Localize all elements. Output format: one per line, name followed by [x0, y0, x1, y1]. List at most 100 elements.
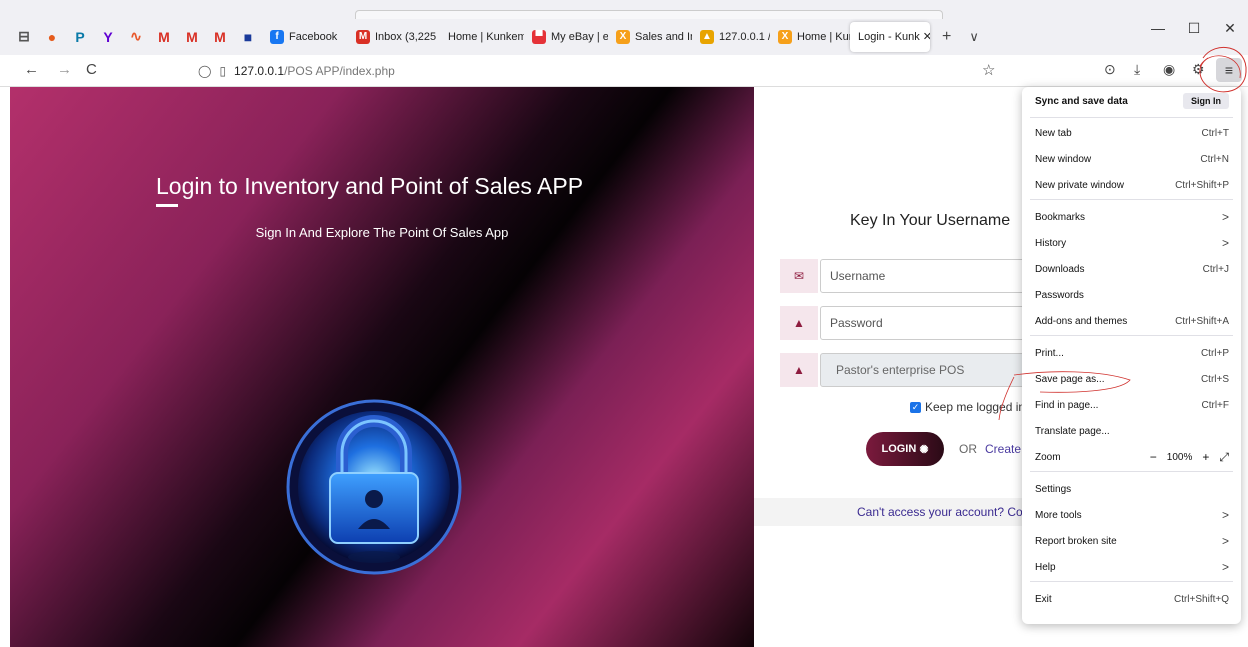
- chevron-right-icon: >: [1221, 508, 1229, 522]
- menu-item[interactable]: Downloads Ctrl+J: [1035, 259, 1229, 279]
- create-account-link[interactable]: Create: [985, 442, 1021, 456]
- url-bar[interactable]: ◯ ▯ 127.0.0.1 /POS APP/index.php: [198, 59, 1010, 83]
- login-button[interactable]: LOGIN ✺: [866, 432, 944, 466]
- forward-button[interactable]: →: [57, 61, 72, 78]
- menu-item[interactable]: Passwords: [1035, 285, 1229, 305]
- zoom-out-button[interactable]: −: [1150, 450, 1157, 464]
- pinned-tab[interactable]: M: [206, 23, 234, 51]
- zoom-row: Zoom −100% + ⤢: [1035, 447, 1229, 467]
- menu-item-label: New private window: [1035, 179, 1124, 191]
- menu-item[interactable]: Settings: [1035, 479, 1229, 499]
- gmail-icon: M: [356, 29, 370, 44]
- zoom-level: 100%: [1166, 451, 1193, 463]
- menu-separator: [1030, 199, 1233, 200]
- tab-item[interactable]: M Inbox (3,225: [348, 22, 440, 52]
- ebay-icon: ▀: [532, 29, 546, 44]
- pinned-tab[interactable]: M: [150, 23, 178, 51]
- pinned-tab[interactable]: M: [178, 23, 206, 51]
- pocket-icon[interactable]: ⊙: [1104, 61, 1116, 78]
- menu-item[interactable]: New window Ctrl+N: [1035, 149, 1229, 169]
- downloads-icon[interactable]: ⤓: [1134, 61, 1140, 78]
- menu-item-label: More tools: [1035, 509, 1082, 521]
- pinned-tab[interactable]: ⊟: [10, 23, 38, 51]
- tab-item[interactable]: X Home | Kun: [770, 22, 850, 52]
- close-window-button[interactable]: ✕: [1212, 20, 1248, 37]
- dark-app-icon: ■: [243, 28, 253, 45]
- menu-item-label: Save page as...: [1035, 373, 1105, 385]
- shield-icon: ◯: [198, 64, 212, 78]
- menu-item-label: Find in page...: [1035, 399, 1099, 411]
- bookmark-star-icon[interactable]: ☆: [982, 61, 995, 79]
- url-host: 127.0.0.1: [234, 64, 285, 78]
- tab-item[interactable]: Home | Kunkem: [440, 22, 524, 52]
- tab-item[interactable]: ▲ 127.0.0.1 / 1: [692, 22, 770, 52]
- menu-item-label: Settings: [1035, 483, 1072, 495]
- sign-in-button[interactable]: Sign In: [1183, 93, 1229, 109]
- menu-item[interactable]: Print... Ctrl+P: [1035, 343, 1229, 363]
- minimize-button[interactable]: —: [1140, 20, 1176, 37]
- menu-item-label: New tab: [1035, 127, 1072, 139]
- pinned-tab[interactable]: ∿: [122, 23, 150, 51]
- pinned-tab[interactable]: Y: [94, 23, 122, 51]
- page-left-margin: [0, 87, 10, 647]
- menu-shortcut: Ctrl+T: [1201, 127, 1230, 139]
- menu-item[interactable]: Report broken site >: [1035, 531, 1229, 551]
- url-path: /POS APP/index.php: [284, 64, 395, 78]
- cant-access-link[interactable]: Can't access your account? Cont: [857, 505, 1022, 519]
- menu-item[interactable]: Bookmarks >: [1035, 207, 1229, 227]
- tab-strip: ⊟ ● P Y ∿ M M M ■ f Facebook M Inbox (3,225 Home | Ku…: [10, 18, 1248, 55]
- reload-button[interactable]: C: [86, 61, 97, 78]
- keep-logged-in[interactable]: ✓ Keep me logged in: [910, 400, 1022, 414]
- chevron-right-icon: >: [1221, 236, 1229, 250]
- username-input[interactable]: Username: [820, 259, 1022, 293]
- menu-item-label: Help: [1035, 561, 1056, 573]
- password-input[interactable]: Password: [820, 306, 1022, 340]
- tab-item[interactable]: X Sales and In: [608, 22, 692, 52]
- menu-item[interactable]: Translate page...: [1035, 421, 1229, 441]
- app-menu-panel: Sync and save data Sign In New tab Ctrl+T…: [1022, 87, 1241, 624]
- yahoo-mail-icon: Y: [103, 28, 113, 45]
- enterprise-field: Pastor's enterprise POS: [820, 353, 1022, 387]
- orange-app-icon: ∿: [130, 28, 142, 44]
- tab-label: Sales and In: [635, 30, 692, 43]
- tab-active[interactable]: Login - Kunk ✕: [850, 21, 930, 52]
- menu-item[interactable]: History >: [1035, 233, 1229, 253]
- zoom-in-button[interactable]: +: [1202, 450, 1209, 464]
- login-button-label: LOGIN: [881, 443, 917, 455]
- menu-item[interactable]: Help >: [1035, 557, 1229, 577]
- menu-item[interactable]: More tools >: [1035, 505, 1229, 525]
- menu-item[interactable]: New private window Ctrl+Shift+P: [1035, 175, 1229, 195]
- or-label: OR: [959, 442, 977, 456]
- title-underline: [156, 204, 178, 207]
- enterprise-addon: ▲: [780, 353, 818, 387]
- list-all-tabs-icon[interactable]: ∨: [969, 29, 979, 45]
- checkbox-checked-icon[interactable]: ✓: [910, 401, 921, 413]
- maximize-button[interactable]: ☐: [1176, 20, 1212, 37]
- menu-item-label: Exit: [1035, 593, 1052, 605]
- close-tab-icon[interactable]: ✕: [923, 30, 930, 43]
- pinned-tab[interactable]: ■: [234, 23, 262, 51]
- sync-title: Sync and save data: [1035, 95, 1128, 107]
- firefox-icon: ●: [47, 28, 57, 45]
- tab-bar: ⊟ ● P Y ∿ M M M ■ f Facebook M Inbox (3,225 Home | Ku…: [0, 0, 1248, 55]
- menu-item[interactable]: New tab Ctrl+T: [1035, 123, 1229, 143]
- menu-item[interactable]: Add-ons and themes Ctrl+Shift+A: [1035, 311, 1229, 331]
- back-button[interactable]: ←: [24, 61, 39, 78]
- fullscreen-icon[interactable]: ⤢: [1219, 450, 1229, 465]
- account-icon[interactable]: ◉: [1163, 61, 1175, 78]
- tab-item[interactable]: ▀ My eBay | el: [524, 22, 608, 52]
- pinned-tab[interactable]: P: [66, 23, 94, 51]
- menu-item[interactable]: Save page as... Ctrl+S: [1035, 369, 1229, 389]
- menu-item[interactable]: Find in page... Ctrl+F: [1035, 395, 1229, 415]
- pinned-tab[interactable]: ●: [38, 23, 66, 51]
- xampp-icon: X: [616, 29, 630, 44]
- tab-label: Inbox (3,225: [375, 30, 437, 43]
- tab-label: My eBay | el: [551, 30, 608, 43]
- login-panel: Key In Your Username ✉ Username ▲ Passwo…: [754, 87, 1022, 647]
- new-tab-button[interactable]: +: [942, 28, 951, 46]
- extensions-icon[interactable]: ⚙: [1192, 61, 1205, 78]
- tab-item[interactable]: f Facebook: [262, 22, 348, 52]
- menu-item[interactable]: Exit Ctrl+Shift+Q: [1035, 589, 1229, 609]
- zoom-controls: −100% + ⤢: [1150, 450, 1229, 465]
- app-menu-button[interactable]: ≡: [1216, 58, 1242, 82]
